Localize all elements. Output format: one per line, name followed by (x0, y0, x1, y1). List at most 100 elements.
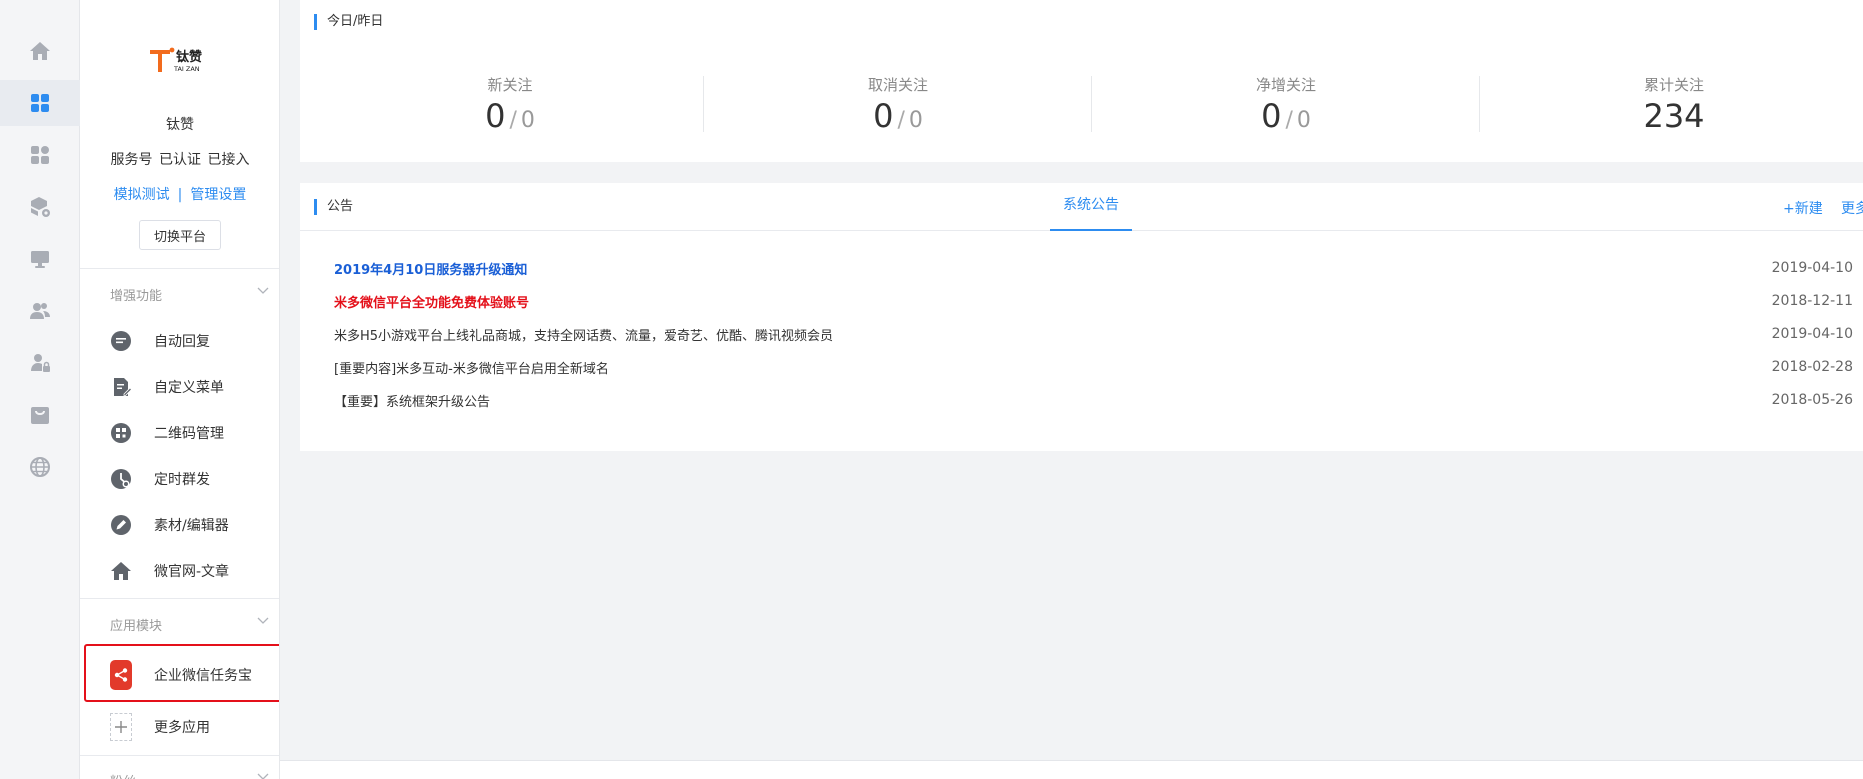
account-name: 钛赞 (166, 117, 194, 133)
stat-total: 234 (1643, 97, 1705, 135)
notice-row[interactable]: [重要内容]米多互动-米多微信平台启用全新域名 2018-02-28 (334, 353, 1853, 381)
tab-system-notice[interactable]: 系统公告 (1050, 183, 1132, 231)
stat-value: 0/0 (316, 97, 704, 135)
stat-value: 234 (1480, 97, 1863, 135)
notice-title[interactable]: [重要内容]米多互动-米多微信平台启用全新域名 (334, 358, 609, 377)
side-menu: 钛赞 TAI ZAN 钛赞 服务号 已认证 已接入 模拟测试 | 管理设置 切换平台… (80, 0, 280, 779)
stat-slash: / (509, 108, 517, 133)
notice-title[interactable]: 2019年4月10日服务器升级通知 (334, 259, 527, 278)
notice-panel: 公告 系统公告 +新建 更多 2019年4月10日服务器升级通知 2019-04… (300, 183, 1863, 451)
menu-item-label: 自定义菜单 (154, 380, 224, 396)
menu-item-label: 自动回复 (154, 334, 210, 350)
chevron-down-icon[interactable] (256, 284, 270, 298)
brand-logo: 钛赞 TAI ZAN (148, 44, 214, 80)
menu-item-material-editor[interactable]: 素材/编辑器 (110, 507, 275, 543)
menu-item-qrcode[interactable]: 二维码管理 (110, 415, 275, 451)
stat-today: 0 (485, 97, 506, 135)
switch-platform-button[interactable]: 切换平台 (139, 220, 221, 250)
new-notice-link[interactable]: +新建 (1783, 198, 1823, 218)
rail-monitor[interactable] (0, 236, 80, 282)
account-links: 模拟测试 | 管理设置 (80, 184, 279, 204)
icon-rail (0, 0, 80, 779)
notice-title[interactable]: 米多H5小游戏平台上线礼品商城，支持全网话费、流量，爱奇艺、优酷、腾讯视频会员 (334, 325, 833, 344)
user-lock-icon (31, 354, 50, 372)
more-notice-link[interactable]: 更多 (1841, 198, 1863, 218)
share-icon (114, 668, 128, 682)
notice-panel-label: 公告 (314, 199, 353, 215)
section-title-enhance: 增强功能 (110, 289, 163, 304)
link-separator: | (177, 187, 183, 203)
divider (80, 268, 279, 269)
menu-item-custom-menu[interactable]: 自定义菜单 (110, 369, 275, 405)
notice-row[interactable]: 【重要】系统框架升级公告 2018-05-26 (334, 386, 1853, 414)
stat-unfollow: 取消关注 0/0 (704, 74, 1092, 135)
rail-home[interactable] (0, 28, 80, 74)
footer-bar (280, 760, 1863, 779)
rail-apps[interactable] (0, 132, 80, 178)
dashboard-icon (31, 94, 49, 112)
menu-item-label: 更多应用 (154, 720, 210, 736)
stat-total-follow: 累计关注 234 (1480, 74, 1863, 135)
notice-date: 2019-04-10 (1771, 260, 1853, 276)
apps-icon (31, 146, 49, 164)
notice-date: 2019-04-10 (1771, 326, 1853, 342)
stat-value: 0/0 (704, 97, 1092, 135)
divider (80, 598, 279, 599)
logo-text: 钛赞 (175, 49, 202, 65)
rail-package-settings[interactable] (0, 184, 80, 230)
rail-dashboard[interactable] (0, 80, 80, 126)
notice-date: 2018-05-26 (1771, 392, 1853, 408)
home-icon (110, 560, 132, 582)
edit-document-icon (110, 376, 132, 398)
stat-yesterday: 0 (1296, 108, 1311, 133)
stat-yesterday: 0 (908, 108, 923, 133)
menu-item-enterprise-task[interactable]: 企业微信任务宝 (110, 657, 275, 693)
stat-label: 取消关注 (867, 76, 928, 94)
rail-shop[interactable] (0, 392, 80, 438)
menu-item-more-apps[interactable]: 更多应用 (110, 709, 275, 745)
notice-row[interactable]: 米多H5小游戏平台上线礼品商城，支持全网话费、流量，爱奇艺、优酷、腾讯视频会员 … (334, 320, 1853, 348)
taizan-logo-icon: 钛赞 TAI ZAN (150, 47, 202, 73)
stat-value: 0/0 (1092, 97, 1480, 135)
menu-item-auto-reply[interactable]: 自动回复 (110, 323, 275, 359)
section-title-apps: 应用模块 (110, 619, 163, 634)
logo-subtext: TAI ZAN (173, 65, 200, 73)
notice-date: 2018-02-28 (1771, 359, 1853, 375)
menu-item-label: 定时群发 (154, 472, 210, 488)
notice-row[interactable]: 米多微信平台全功能免费体验账号 2018-12-11 (334, 287, 1853, 315)
globe-icon (30, 457, 50, 477)
chevron-down-icon[interactable] (256, 770, 270, 779)
manage-settings-link[interactable]: 管理设置 (190, 187, 246, 203)
plus-icon-wrapper (110, 713, 132, 741)
chat-icon (110, 330, 132, 352)
menu-item-scheduled-send[interactable]: 定时群发 (110, 461, 275, 497)
rail-users[interactable] (0, 288, 80, 334)
stat-today: 0 (873, 97, 894, 135)
menu-item-label: 二维码管理 (154, 426, 224, 442)
menu-item-label: 企业微信任务宝 (154, 668, 252, 684)
plus-icon (115, 721, 127, 733)
notice-title[interactable]: 米多微信平台全功能免费体验账号 (334, 292, 529, 311)
clock-icon (110, 468, 132, 490)
rail-globe[interactable] (0, 444, 80, 490)
stat-today: 0 (1261, 97, 1282, 135)
stat-slash: / (1285, 108, 1293, 133)
section-title-fans: 粉丝 (110, 771, 136, 779)
notice-row[interactable]: 2019年4月10日服务器升级通知 2019-04-10 (334, 254, 1853, 282)
stat-label: 新关注 (487, 76, 533, 94)
rail-user-lock[interactable] (0, 340, 80, 386)
shop-icon (31, 407, 49, 424)
stat-label: 净增关注 (1255, 76, 1316, 94)
qrcode-icon (110, 422, 132, 444)
menu-item-label: 素材/编辑器 (154, 518, 229, 534)
menu-item-label: 微官网-文章 (154, 564, 230, 580)
enterprise-task-app-icon (110, 660, 132, 690)
monitor-icon (31, 251, 49, 268)
stat-net-follow: 净增关注 0/0 (1092, 74, 1480, 135)
menu-item-micro-site-article[interactable]: 微官网-文章 (110, 553, 275, 589)
stats-panel-label: 今日/昨日 (314, 14, 383, 30)
chevron-down-icon[interactable] (256, 614, 270, 628)
notice-title[interactable]: 【重要】系统框架升级公告 (334, 391, 490, 410)
simulate-test-link[interactable]: 模拟测试 (114, 187, 170, 203)
home-icon (30, 42, 50, 60)
